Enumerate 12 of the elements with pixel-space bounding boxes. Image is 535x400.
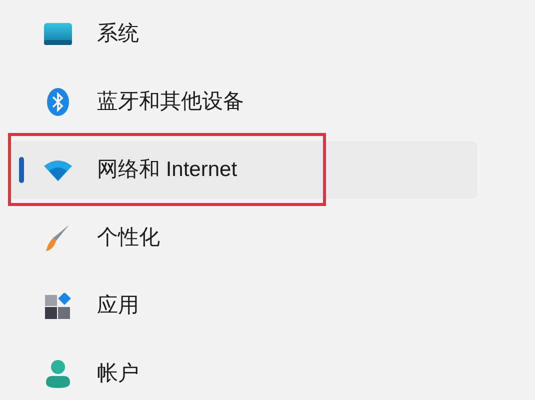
sidebar-item[interactable]: 蓝牙和其他设备 [10,73,477,131]
wifi-icon [44,159,72,181]
sidebar-item[interactable]: 个性化 [10,209,477,267]
sidebar-item[interactable]: 应用 [10,277,477,335]
sidebar-item[interactable]: 系统 [10,5,477,63]
brush-icon [45,224,71,252]
sidebar-item[interactable]: 帐户 [10,345,477,400]
sidebar-item[interactable]: 网络和 Internet [10,141,477,199]
bluetooth-icon [47,88,69,116]
person-icon [46,360,70,388]
monitor-icon [44,23,72,45]
apps-icon [45,293,71,319]
